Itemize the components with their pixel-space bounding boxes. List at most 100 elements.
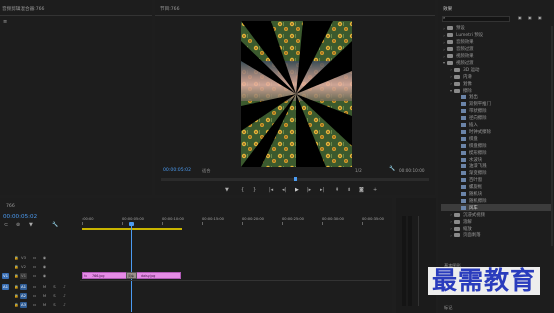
timeline-playhead-head[interactable] xyxy=(129,222,134,226)
track-label-a3[interactable]: A3 xyxy=(20,302,27,308)
track-label-v2[interactable]: V2 xyxy=(20,264,27,270)
extract-icon[interactable]: ⇟ xyxy=(347,188,351,193)
lift-icon[interactable]: ⇞ xyxy=(335,188,339,193)
wrench-icon[interactable]: 🔧 xyxy=(389,167,395,172)
step-back-icon[interactable]: ◂| xyxy=(282,188,286,193)
program-title[interactable]: 节目:766 xyxy=(160,6,180,12)
program-scrubber[interactable] xyxy=(161,177,429,181)
lock-icon[interactable]: 🔒 xyxy=(13,284,20,290)
sync-icon[interactable]: ▭ xyxy=(31,273,38,279)
step-forward-icon[interactable]: |▸ xyxy=(307,188,311,193)
playhead-marker[interactable] xyxy=(294,177,297,181)
effects-transition-item[interactable]: 带状擦除 xyxy=(441,108,553,115)
effects-transition-item[interactable]: 楔形擦除 xyxy=(441,149,553,156)
solo-button[interactable]: S xyxy=(51,302,58,308)
effects-transition-item[interactable]: 划出 xyxy=(441,94,553,101)
effects-folder[interactable]: › 内滑 xyxy=(441,73,553,80)
timeline-playhead[interactable] xyxy=(131,224,132,312)
effects-search-input[interactable] xyxy=(442,16,510,22)
timeline-settings-icon[interactable]: 🔧 xyxy=(52,223,58,228)
source-panel-title[interactable]: 音频剪辑混合器:766 xyxy=(2,6,44,12)
go-to-in-icon[interactable]: |◂ xyxy=(269,188,273,193)
timeline-clip-2[interactable]: fx daisy.jpg xyxy=(131,272,181,279)
scale-dropdown[interactable]: 1/2 xyxy=(355,168,362,173)
lock-icon[interactable]: 🔒 xyxy=(13,255,20,261)
effects-folder[interactable]: › 页面剥落 xyxy=(441,232,553,239)
sync-icon[interactable]: ▭ xyxy=(31,302,38,308)
effects-transition-item[interactable]: 水波块 xyxy=(441,156,553,163)
effects-folder[interactable]: › 音频效果 xyxy=(441,39,553,46)
mark-out-icon[interactable]: } xyxy=(253,188,256,193)
panel-menu-icon[interactable]: ≡ xyxy=(3,20,7,25)
source-patch-v1[interactable]: V1 xyxy=(2,273,9,279)
timeline-title[interactable]: 766 xyxy=(6,204,15,209)
track-label-a2[interactable]: A2 xyxy=(20,293,27,299)
effects-folder[interactable]: › Lumetri 预设 xyxy=(441,32,553,39)
sync-icon[interactable]: ▭ xyxy=(31,264,38,270)
effects-transition-item[interactable]: 棋盘 xyxy=(441,135,553,142)
timeline-ruler[interactable]: :00:00 00:00:05:00 00:00:10:00 00:00:15:00 0… xyxy=(82,216,388,226)
effects-folder[interactable]: › 3D 运动 xyxy=(441,66,553,73)
solo-button[interactable]: S xyxy=(51,284,58,290)
program-timecode-left[interactable]: 00:00:05:02 xyxy=(163,168,191,173)
effects-transition-item[interactable]: 风车 xyxy=(441,204,553,212)
sync-icon[interactable]: ▭ xyxy=(31,255,38,261)
lock-icon[interactable]: 🔒 xyxy=(13,302,20,308)
track-label-a1[interactable]: A1 xyxy=(20,284,27,290)
eye-icon[interactable]: ◉ xyxy=(41,264,48,270)
timeline-clip-1[interactable]: fx 766.jpg xyxy=(82,272,130,279)
effects-folder[interactable]: › 沉浸式视频 xyxy=(441,211,553,218)
solo-button[interactable]: S xyxy=(51,293,58,299)
effects-transition-item[interactable]: 渐变擦除 xyxy=(441,170,553,177)
effects-folder[interactable]: › 视频效果 xyxy=(441,53,553,60)
effects-folder[interactable]: ▾ 视频过渡 xyxy=(441,60,553,67)
lock-icon[interactable]: 🔒 xyxy=(13,273,20,279)
mic-icon[interactable]: ♪ xyxy=(61,302,68,308)
track-label-v3[interactable]: V3 xyxy=(20,255,27,261)
effects-transition-item[interactable]: 百叶窗 xyxy=(441,177,553,184)
mute-button[interactable]: M xyxy=(41,284,48,290)
effects-scrollbar[interactable] xyxy=(551,26,553,246)
effects-folder[interactable]: ▾ 擦除 xyxy=(441,87,553,94)
effects-folder[interactable]: › 溶解 xyxy=(441,218,553,225)
go-to-out-icon[interactable]: ▸| xyxy=(320,188,324,193)
accelerated-effects-icon[interactable]: ▣ xyxy=(518,16,522,20)
timeline-timecode[interactable]: 00:00:05:02 xyxy=(3,214,37,220)
marker-icon[interactable]: ▼ xyxy=(225,188,229,193)
effects-folder[interactable]: › 缩放 xyxy=(441,225,553,232)
mic-icon[interactable]: ♪ xyxy=(61,293,68,299)
effects-transition-item[interactable]: 径向擦除 xyxy=(441,115,553,122)
export-frame-icon[interactable]: ◙ xyxy=(359,188,364,193)
effects-folder[interactable]: › 预设 xyxy=(441,25,553,32)
snap-icon[interactable]: ⊂ xyxy=(4,223,8,228)
yuv-effects-icon[interactable]: ▣ xyxy=(538,16,542,20)
work-area-bar[interactable] xyxy=(82,228,182,230)
track-label-v1[interactable]: V1 xyxy=(20,273,27,279)
add-button-icon[interactable]: + xyxy=(373,188,377,193)
effects-folder[interactable]: › 划像 xyxy=(441,80,553,87)
lock-icon[interactable]: 🔒 xyxy=(13,293,20,299)
sync-icon[interactable]: ▭ xyxy=(31,284,38,290)
sync-icon[interactable]: ▭ xyxy=(31,293,38,299)
play-icon[interactable]: ▶ xyxy=(295,188,299,193)
fit-dropdown[interactable]: 适合 xyxy=(202,168,210,174)
effects-transition-item[interactable]: 双侧平推门 xyxy=(441,101,553,108)
lock-icon[interactable]: 🔒 xyxy=(13,264,20,270)
mic-icon[interactable]: ♪ xyxy=(61,284,68,290)
source-patch-a1[interactable]: A1 xyxy=(2,284,9,290)
effects-transition-item[interactable]: 随机擦除 xyxy=(441,198,553,205)
add-marker-icon[interactable]: ▼ xyxy=(29,223,33,228)
mute-button[interactable]: M xyxy=(41,293,48,299)
effects-transition-item[interactable]: 插入 xyxy=(441,122,553,129)
effects-transition-item[interactable]: 随机块 xyxy=(441,191,553,198)
effects-folder[interactable]: › 音频过渡 xyxy=(441,46,553,53)
effects-transition-item[interactable]: 螺旋框 xyxy=(441,184,553,191)
eye-icon[interactable]: ◉ xyxy=(41,255,48,261)
transition-pinwheel[interactable]: 风车 xyxy=(126,272,137,279)
effects-transition-item[interactable]: 油漆飞溅 xyxy=(441,163,553,170)
mark-in-icon[interactable]: { xyxy=(241,188,244,193)
effects-transition-item[interactable]: 棋盘擦除 xyxy=(441,142,553,149)
effects-title[interactable]: 效果 xyxy=(443,6,452,12)
mute-button[interactable]: M xyxy=(41,302,48,308)
tab-markers[interactable]: 标记 xyxy=(444,305,452,311)
